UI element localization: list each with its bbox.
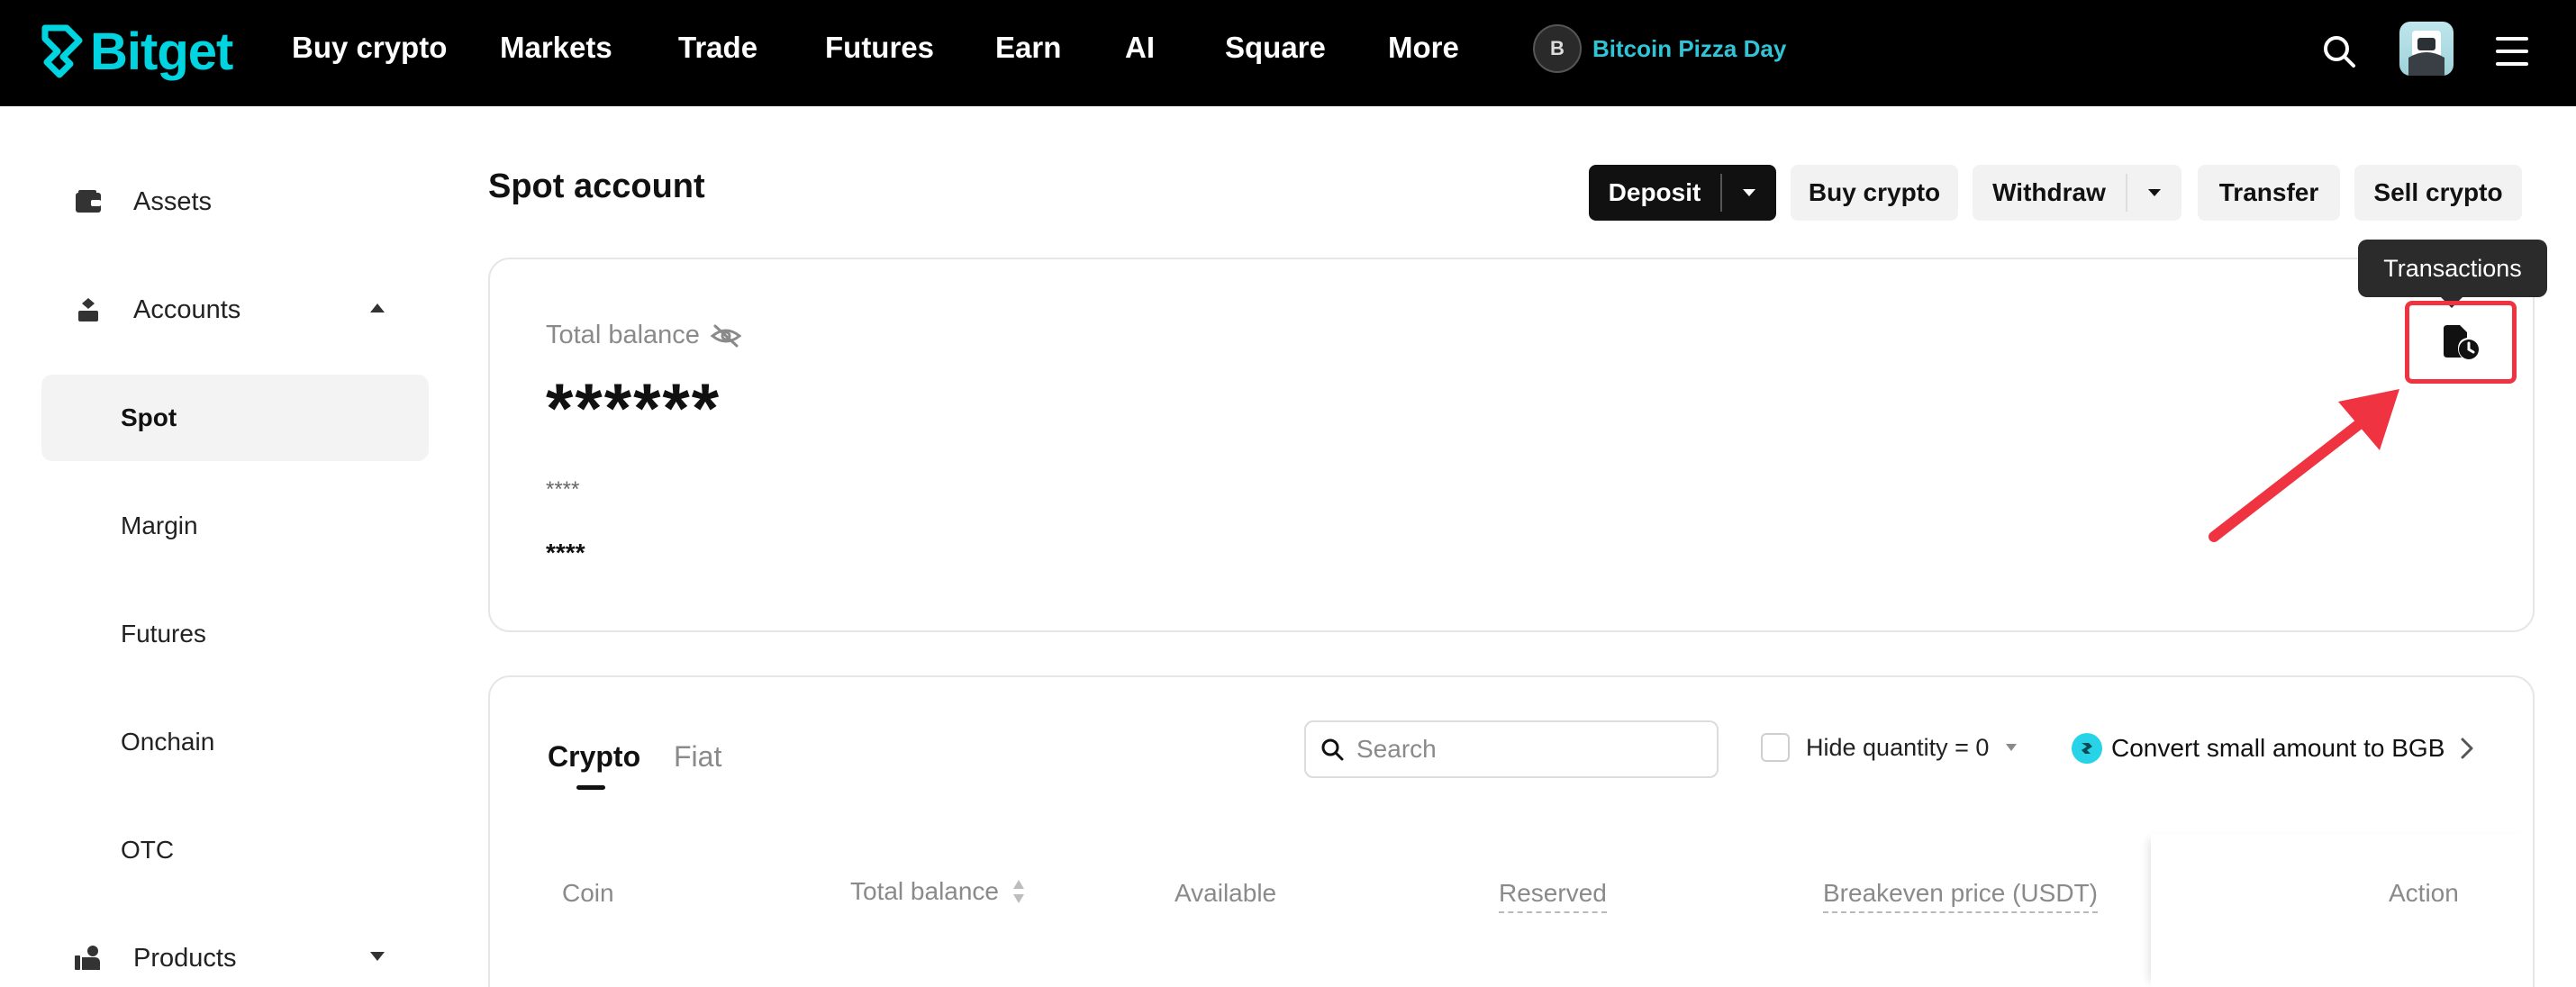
sidebar-item-onchain[interactable]: Onchain [41,699,429,785]
buy-crypto-button[interactable]: Buy crypto [1791,165,1958,221]
promo-link[interactable]: B Bitcoin Pizza Day [1533,23,1786,74]
column-header-breakeven-price[interactable]: Breakeven price (USDT) [1823,879,2098,913]
transactions-history-icon [2444,325,2479,359]
caret-down-icon [370,952,385,961]
sidebar-item-label: Assets [133,186,213,216]
search-icon[interactable] [2315,27,2363,76]
total-balance-label-text: Total balance [546,321,700,349]
deposit-split-button: Deposit [1589,165,1776,221]
nav-ai[interactable]: AI [1125,31,1155,65]
tab-fiat[interactable]: Fiat [674,740,721,774]
promo-text: Bitcoin Pizza Day [1592,34,1787,62]
sidebar-item-accounts[interactable]: Accounts [41,267,429,353]
nav-markets[interactable]: Markets [500,31,612,65]
products-icon [70,940,106,976]
balance-card [488,258,2535,632]
total-balance-label: Total balance [546,321,741,350]
nav-buy-crypto[interactable]: Buy crypto [292,31,447,65]
pizza-day-badge-icon: B [1533,24,1582,73]
convert-label: Convert small amount to BGB [2111,734,2445,762]
avatar-icon [2408,31,2444,76]
brand-name: Bitget [90,22,233,81]
sell-crypto-button[interactable]: Sell crypto [2354,165,2522,221]
eye-hidden-icon[interactable] [710,323,741,349]
sidebar-item-label: Products [133,943,237,973]
sidebar-item-products[interactable]: Products [41,915,429,987]
tab-active-indicator [576,785,605,790]
sidebar-item-margin[interactable]: Margin [41,483,429,569]
deposit-dropdown-caret-icon[interactable] [1722,165,1776,221]
nav-futures[interactable]: Futures [825,31,934,65]
tab-crypto[interactable]: Crypto [548,740,640,774]
sidebar-item-futures[interactable]: Futures [41,591,429,677]
balance-pnl-value: **** [546,539,585,566]
wallet-icon [70,184,106,220]
withdraw-split-button: Withdraw [1973,165,2181,221]
bitget-logo-icon [41,24,83,78]
convert-small-amount-link[interactable]: Convert small amount to BGB [2072,733,2473,764]
hide-zero-checkbox[interactable] [1761,733,1790,762]
deposit-button[interactable]: Deposit [1589,165,1720,221]
top-navigation-bar: Bitget Buy crypto Markets Trade Futures … [0,0,2576,106]
column-header-label: Total balance [850,877,1000,905]
nav-earn[interactable]: Earn [995,31,1061,65]
hide-zero-toggle[interactable]: Hide quantity = 0 [1761,733,2018,762]
accounts-icon [70,292,106,328]
withdraw-button[interactable]: Withdraw [1973,165,2126,221]
caret-down-icon[interactable] [2005,743,2018,752]
chevron-right-icon [2461,738,2473,759]
sidebar-item-assets[interactable]: Assets [41,158,429,245]
column-header-total-balance[interactable]: Total balance [850,877,1026,906]
nav-trade[interactable]: Trade [678,31,757,65]
nav-more[interactable]: More [1388,31,1459,65]
total-balance-value: ****** [546,368,721,448]
column-header-available: Available [1175,879,1277,907]
column-header-reserved[interactable]: Reserved [1499,879,1607,913]
nav-square[interactable]: Square [1225,31,1326,65]
search-input[interactable] [1356,735,1699,764]
search-icon [1321,738,1344,761]
avatar[interactable] [2399,22,2454,76]
page-title: Spot account [488,168,705,205]
caret-up-icon [370,303,385,312]
withdraw-dropdown-caret-icon[interactable] [2127,165,2181,221]
search-box [1304,720,1719,778]
hide-zero-label: Hide quantity = 0 [1806,733,1990,761]
bitget-logo[interactable]: Bitget [40,20,233,83]
sidebar-item-otc[interactable]: OTC [41,807,429,893]
transactions-icon-highlight[interactable] [2405,301,2517,384]
transfer-button[interactable]: Transfer [2198,165,2340,221]
sidebar-item-spot[interactable]: Spot [41,375,429,461]
sticky-action-column [2151,834,2533,987]
transactions-tooltip: Transactions [2358,240,2547,308]
bgb-coin-icon [2072,733,2102,764]
sidebar-item-label: Accounts [133,294,241,324]
column-header-coin: Coin [562,879,614,907]
column-header-action: Action [2389,879,2459,907]
sort-icon [1013,880,1025,903]
menu-icon[interactable] [2488,27,2536,76]
balance-secondary-value: **** [546,477,580,502]
